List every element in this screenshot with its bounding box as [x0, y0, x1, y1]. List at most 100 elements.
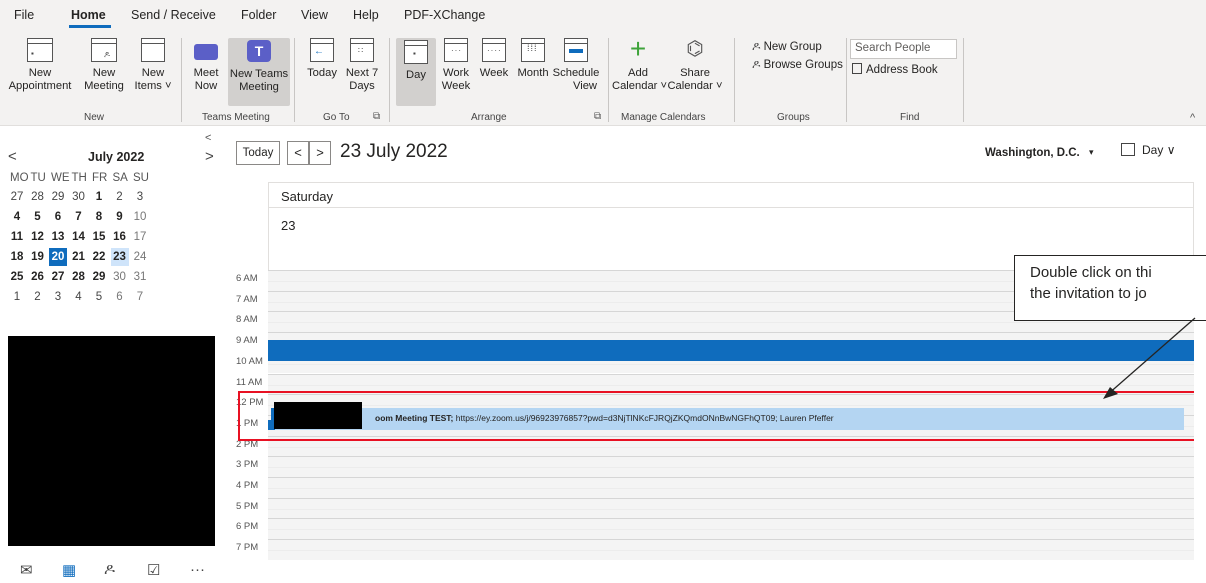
week-view-button[interactable]: ···· Week	[476, 38, 512, 80]
view-selector[interactable]: Day ∨	[1121, 143, 1175, 157]
collapse-ribbon-icon[interactable]: ^	[1190, 112, 1195, 124]
mini-calendar-day[interactable]: 3	[49, 288, 67, 306]
day-view-button[interactable]: ▪ Day	[396, 38, 436, 106]
mini-calendar-day[interactable]: 26	[29, 268, 47, 286]
hour-slot[interactable]	[268, 456, 1194, 477]
next-7-days-icon: ∷	[350, 38, 374, 62]
mini-calendar-day[interactable]: 4	[8, 208, 26, 226]
mini-calendar-day[interactable]: 23	[110, 248, 129, 266]
mini-calendar-day[interactable]: 17	[131, 228, 149, 246]
people-nav-icon[interactable]: ዶ	[104, 561, 115, 578]
mini-calendar-day[interactable]: 2	[111, 188, 129, 206]
next-month-icon[interactable]: >	[205, 148, 214, 165]
mini-calendar-day[interactable]: 27	[8, 188, 26, 206]
weather-location[interactable]: Washington, D.C.	[985, 147, 1080, 159]
mini-calendar-day[interactable]: 30	[111, 268, 129, 286]
hour-slot[interactable]	[268, 518, 1194, 540]
mini-calendar-day[interactable]: 4	[70, 288, 88, 306]
menu-home[interactable]: Home	[71, 8, 106, 22]
mini-calendar-day[interactable]: 9	[111, 208, 129, 226]
schedule-view-button[interactable]: Schedule View	[551, 38, 601, 93]
menu-folder[interactable]: Folder	[241, 8, 276, 22]
mini-calendar-day[interactable]: 28	[29, 188, 47, 206]
mini-calendar-day[interactable]: 22	[90, 248, 108, 266]
calendar-nav-icon[interactable]: ▦	[62, 561, 76, 579]
month-view-button[interactable]: ⁞⁞⁞ Month	[513, 38, 553, 80]
today-button[interactable]: Today	[236, 141, 280, 165]
mini-calendar-day[interactable]: 8	[90, 208, 108, 226]
browse-groups-button[interactable]: ዶ Browse Groups	[752, 59, 843, 72]
prev-month-icon[interactable]: <	[8, 148, 17, 165]
mini-calendar-day[interactable]: 15	[90, 228, 108, 246]
mini-calendar-day[interactable]: 20	[49, 248, 67, 266]
mini-calendar-day[interactable]: 31	[131, 268, 149, 286]
location-dropdown-icon[interactable]: ▾	[1089, 147, 1094, 158]
mini-calendar-day[interactable]: 21	[70, 248, 88, 266]
arrange-launcher-icon[interactable]: ⧉	[594, 111, 601, 122]
mini-calendar-day[interactable]: 3	[131, 188, 149, 206]
tasks-icon[interactable]: ☑	[147, 561, 160, 579]
new-meeting-button[interactable]: ዶ New Meeting	[78, 38, 130, 93]
mini-calendar-day[interactable]: 14	[70, 228, 88, 246]
mini-calendar-day[interactable]: 25	[8, 268, 26, 286]
more-icon[interactable]: ···	[190, 561, 205, 578]
go-to-launcher-icon[interactable]: ⧉	[373, 111, 380, 122]
mini-calendar-day[interactable]: 2	[29, 288, 47, 306]
mini-calendar-day[interactable]: 18	[8, 248, 26, 266]
mini-calendar-day[interactable]: 24	[131, 248, 149, 266]
mini-calendar-day[interactable]: 1	[8, 288, 26, 306]
mini-calendar-day[interactable]: 29	[49, 188, 67, 206]
hour-slot[interactable]	[268, 539, 1194, 560]
mini-calendar-day[interactable]: 7	[70, 208, 88, 226]
new-group-button[interactable]: ዶ New Group	[752, 41, 822, 54]
previous-day-button[interactable]: <	[287, 141, 309, 165]
mini-calendar-day[interactable]: 30	[70, 188, 88, 206]
address-book-button[interactable]: Address Book	[852, 63, 938, 76]
mini-calendar-day[interactable]: 13	[49, 228, 67, 246]
mini-calendar-day[interactable]: 28	[70, 268, 88, 286]
add-calendar-button[interactable]: + Add Calendar ˅	[612, 35, 667, 93]
weekday-label: SU	[133, 172, 149, 184]
work-week-button[interactable]: ··· Work Week	[438, 38, 474, 93]
menu-bar: File Home Send / Receive Folder View Hel…	[0, 0, 1206, 30]
today-ribbon-button[interactable]: ← Today	[304, 38, 340, 80]
group-separator	[608, 38, 609, 122]
mini-calendar-day[interactable]: 6	[49, 208, 67, 226]
mini-calendar-day[interactable]: 11	[8, 228, 26, 246]
mini-calendar: < July 2022 > MO TU WE TH FR SA SU 27 28 29 30 1 2 3…	[0, 130, 228, 330]
mini-calendar-day[interactable]: 6	[111, 288, 129, 306]
search-people-input[interactable]: Search People	[850, 39, 957, 59]
day-number[interactable]: 23	[281, 218, 295, 233]
menu-view[interactable]: View	[301, 8, 328, 22]
hour-slot[interactable]	[268, 497, 1194, 519]
next-day-button[interactable]: >	[309, 141, 331, 165]
next-7-days-button[interactable]: ∷ Next 7 Days	[342, 38, 382, 93]
mini-calendar-day[interactable]: 29	[90, 268, 108, 286]
mini-calendar-day[interactable]: 5	[29, 208, 47, 226]
new-teams-meeting-button[interactable]: T New Teams Meeting	[228, 38, 290, 106]
menu-pdf-xchange[interactable]: PDF-XChange	[404, 8, 485, 22]
menu-file[interactable]: File	[14, 8, 34, 22]
mini-calendar-day[interactable]: 1	[90, 188, 108, 206]
hour-slot[interactable]	[268, 477, 1194, 498]
menu-send-receive[interactable]: Send / Receive	[131, 8, 216, 22]
new-appointment-button[interactable]: ▪ New Appointment	[4, 38, 76, 93]
menu-help[interactable]: Help	[353, 8, 379, 22]
hour-label: 7 AM	[236, 293, 258, 305]
mini-calendar-day[interactable]: 16	[111, 228, 129, 246]
calendar-event-bar[interactable]	[268, 340, 1194, 361]
group-label-teams-meeting: Teams Meeting	[202, 112, 270, 123]
mini-calendar-day[interactable]: 5	[90, 288, 108, 306]
mini-calendar-day[interactable]: 7	[131, 288, 149, 306]
mini-calendar-day[interactable]: 19	[29, 248, 47, 266]
share-calendar-button[interactable]: ⌬ Share Calendar ˅	[667, 38, 723, 93]
week-view-icon: ····	[482, 38, 506, 62]
new-items-button[interactable]: New Items ˅	[130, 38, 176, 93]
mini-calendar-day[interactable]: 27	[49, 268, 67, 286]
people-icon: ዶ	[752, 41, 764, 53]
hour-label: 5 PM	[236, 500, 259, 512]
meet-now-button[interactable]: Meet Now	[186, 38, 226, 93]
mini-calendar-day[interactable]: 10	[131, 208, 149, 226]
mini-calendar-day[interactable]: 12	[29, 228, 47, 246]
mail-icon[interactable]: ✉	[20, 561, 33, 579]
